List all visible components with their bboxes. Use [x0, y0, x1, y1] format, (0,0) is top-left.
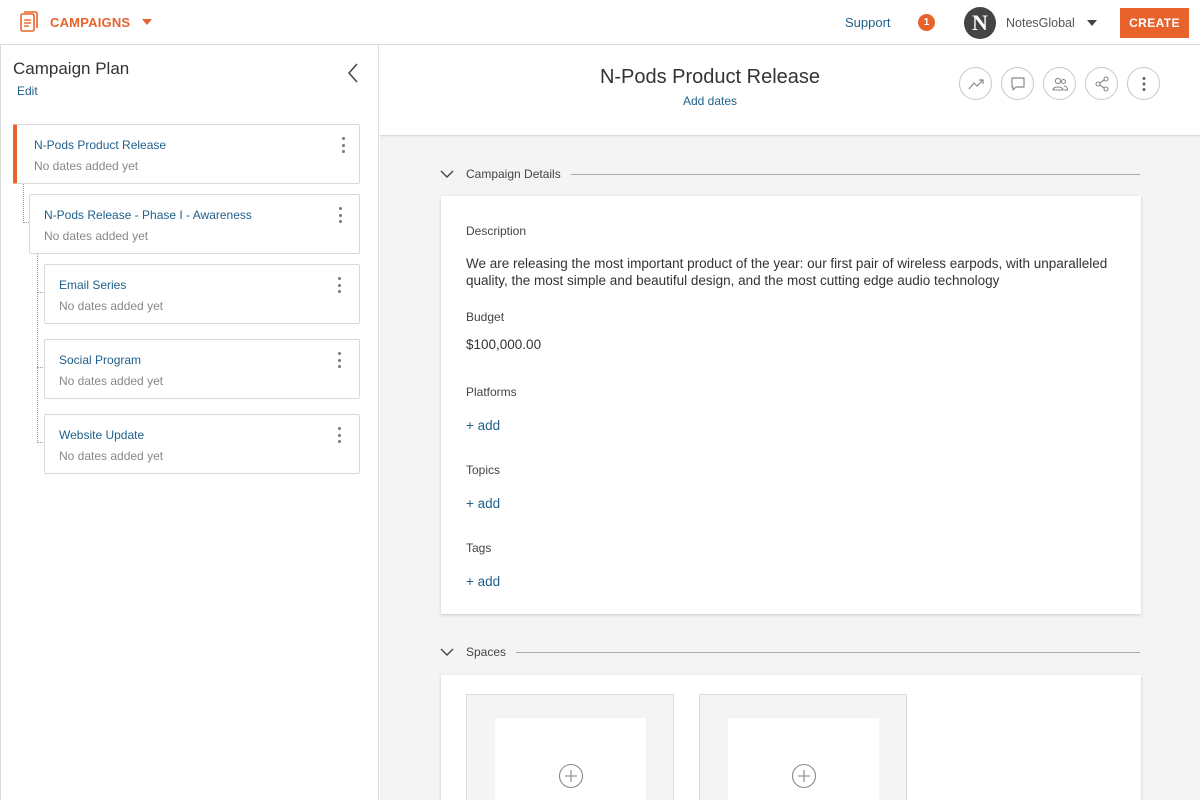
campaign-details-card: Description We are releasing the most im… — [441, 196, 1141, 614]
more-icon[interactable] — [334, 275, 344, 295]
chevron-down-icon — [142, 19, 153, 25]
spaces-header: Spaces — [440, 644, 1140, 660]
plan-item-phase-i-awareness[interactable]: N-Pods Release - Phase I - Awareness No … — [29, 194, 360, 254]
collapse-panel-icon[interactable] — [346, 62, 360, 84]
share-icon — [1094, 75, 1109, 92]
more-icon[interactable] — [334, 425, 344, 445]
section-title: Spaces — [466, 645, 507, 659]
plan-item-dates: No dates added yet — [59, 374, 164, 388]
tree-connector — [37, 292, 43, 293]
people-button[interactable] — [1043, 67, 1076, 100]
tree-connector — [23, 183, 24, 223]
document-icon — [20, 11, 38, 32]
add-dates-link[interactable]: Add dates — [380, 94, 1040, 108]
plan-item-dates: No dates added yet — [34, 159, 139, 173]
space-tile — [466, 694, 674, 800]
tree-connector — [37, 367, 43, 368]
notification-badge[interactable]: 1 — [918, 14, 935, 31]
main-content: N-Pods Product Release Add dates Campaig… — [380, 45, 1200, 800]
add-space-button[interactable] — [728, 718, 879, 800]
plan-item-dates: No dates added yet — [59, 299, 164, 313]
more-icon — [1142, 76, 1145, 91]
budget-value[interactable]: $100,000.00 — [466, 336, 541, 353]
plan-item-n-pods-product-release[interactable]: N-Pods Product Release No dates added ye… — [13, 124, 360, 184]
add-space-button[interactable] — [495, 718, 646, 800]
share-button[interactable] — [1085, 67, 1118, 100]
plan-item-title[interactable]: Email Series — [59, 278, 126, 292]
comment-icon — [1010, 76, 1025, 91]
edit-link[interactable]: Edit — [17, 84, 38, 98]
campaigns-menu[interactable]: CAMPAIGNS — [20, 11, 153, 33]
plus-circle-icon — [558, 763, 583, 789]
platforms-label: Platforms — [466, 385, 517, 399]
trend-button[interactable] — [959, 67, 992, 100]
plan-item-title[interactable]: N-Pods Release - Phase I - Awareness — [44, 208, 252, 222]
plan-item-title[interactable]: Website Update — [59, 428, 144, 442]
campaign-header: N-Pods Product Release Add dates — [380, 45, 1200, 136]
plan-item-title[interactable]: N-Pods Product Release — [34, 138, 166, 152]
divider — [516, 651, 1140, 653]
tree-connector — [37, 442, 43, 443]
topics-label: Topics — [466, 463, 501, 477]
plan-item-title[interactable]: Social Program — [59, 353, 141, 367]
plus-circle-icon — [791, 763, 816, 789]
chevron-down-icon — [1086, 20, 1097, 26]
more-icon[interactable] — [338, 135, 348, 155]
more-icon[interactable] — [335, 205, 345, 225]
budget-label: Budget — [466, 310, 505, 324]
top-bar: CAMPAIGNS Support 1 N NotesGlobal CREATE — [0, 0, 1200, 45]
plan-item-dates: No dates added yet — [44, 229, 149, 243]
spaces-card — [441, 675, 1141, 800]
divider — [570, 173, 1140, 175]
avatar[interactable]: N — [964, 7, 996, 39]
description-value[interactable]: We are releasing the most important prod… — [466, 255, 1116, 289]
plan-item-dates: No dates added yet — [59, 449, 164, 463]
more-button[interactable] — [1127, 67, 1160, 100]
add-tag-link[interactable]: + add — [466, 574, 500, 589]
campaigns-label: CAMPAIGNS — [50, 14, 131, 30]
section-title: Campaign Details — [466, 167, 561, 181]
account-name: NotesGlobal — [1006, 16, 1075, 30]
people-icon — [1051, 77, 1068, 91]
comment-button[interactable] — [1001, 67, 1034, 100]
campaign-details-header: Campaign Details — [440, 166, 1140, 182]
page-title: N-Pods Product Release — [599, 66, 821, 88]
support-link[interactable]: Support — [845, 15, 891, 30]
trend-icon — [968, 78, 984, 89]
panel-title: Campaign Plan — [13, 59, 130, 78]
chevron-down-icon[interactable] — [440, 169, 454, 179]
more-icon[interactable] — [334, 350, 344, 370]
chevron-down-icon[interactable] — [440, 647, 454, 657]
add-platform-link[interactable]: + add — [466, 418, 500, 433]
plan-item-social-program[interactable]: Social Program No dates added yet — [44, 339, 360, 399]
campaign-plan-panel: Campaign Plan Edit N-Pods Product Releas… — [0, 45, 379, 800]
account-menu[interactable]: NotesGlobal — [1006, 16, 1097, 30]
tags-label: Tags — [466, 541, 492, 555]
plan-item-website-update[interactable]: Website Update No dates added yet — [44, 414, 360, 474]
plan-item-email-series[interactable]: Email Series No dates added yet — [44, 264, 360, 324]
add-topic-link[interactable]: + add — [466, 496, 500, 511]
create-button[interactable]: CREATE — [1120, 8, 1189, 38]
description-label: Description — [466, 224, 527, 238]
tree-connector — [37, 253, 38, 443]
space-tile — [699, 694, 907, 800]
